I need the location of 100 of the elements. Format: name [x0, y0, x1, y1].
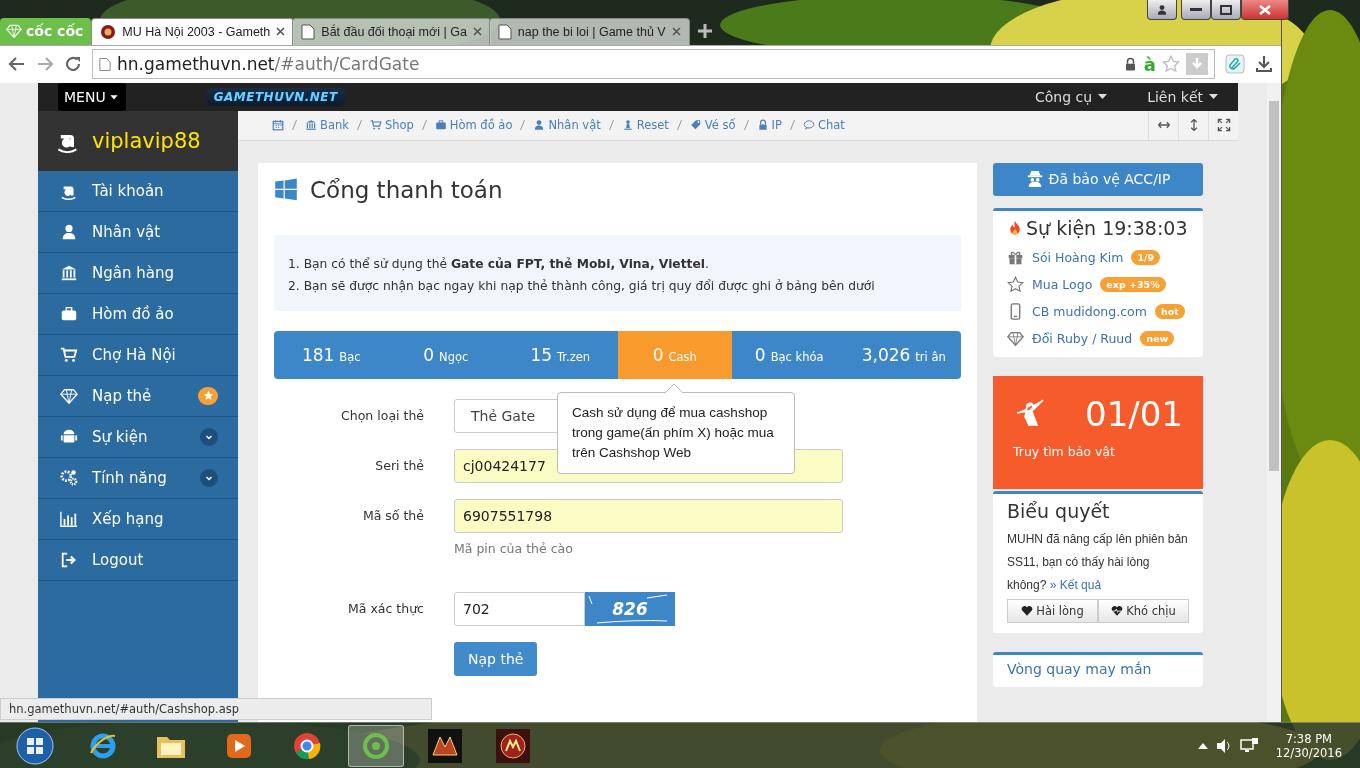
maximize-button[interactable] [1211, 0, 1241, 20]
minimize-button[interactable] [1181, 0, 1211, 20]
show-hidden-icon[interactable] [1197, 741, 1208, 750]
close-icon [1259, 4, 1271, 15]
sidebar-item[interactable]: Nạp thẻ [38, 375, 238, 417]
panel-title: Cổng thanh toán [310, 176, 503, 203]
breadcrumb-link[interactable]: Bank [305, 118, 349, 133]
network-icon[interactable] [1239, 737, 1258, 754]
field-label: Mã xác thực [347, 599, 424, 618]
breadcrumb-separator [292, 120, 297, 131]
page-icon [497, 23, 512, 40]
balance-item[interactable]: 3,026 tri ân [846, 330, 961, 379]
breadcrumb-link[interactable]: Reset [621, 118, 669, 133]
event-link[interactable]: CB mudidong.com [1032, 303, 1147, 319]
vote-button[interactable]: Hài lòng [1007, 598, 1098, 623]
new-tab-icon[interactable] [695, 21, 714, 40]
sidebar-item[interactable]: Sự kiện [38, 416, 238, 458]
person-icon [1156, 3, 1168, 16]
breadcrumb-separator [356, 120, 362, 131]
user-icon [533, 119, 546, 132]
clock[interactable]: 7:38 PM 12/30/2016 [1265, 731, 1352, 760]
extension-icon[interactable]: à [1143, 53, 1156, 75]
browser-tab[interactable]: nap the bi loi | Game thủ V [488, 17, 690, 45]
reload-icon[interactable] [64, 55, 82, 74]
results-link[interactable]: » Kết quả [1049, 577, 1102, 592]
bookmark-star-icon [1162, 55, 1180, 74]
card-title: Biểu quyết [1007, 499, 1111, 522]
download-icon[interactable] [1255, 55, 1273, 74]
close-tab-icon[interactable] [276, 27, 286, 37]
balance-item[interactable]: 0 Ngọc [388, 330, 503, 379]
profile-button[interactable] [1147, 0, 1177, 20]
maximize-icon [1220, 4, 1232, 15]
text-field[interactable]: 6907551798 [454, 498, 843, 533]
card-title[interactable]: Vòng quay may mắn [1007, 660, 1152, 677]
spy-icon [1025, 170, 1044, 189]
breadcrumb-link[interactable]: Nhân vật [533, 118, 601, 133]
sidebar-item[interactable]: Tài khoản [38, 170, 238, 212]
event-tag: new [1140, 330, 1175, 346]
event-tag: 1/9 [1131, 249, 1161, 265]
sidebar-item[interactable]: Xếp hạng [38, 498, 238, 540]
close-button[interactable] [1241, 0, 1289, 20]
heart-icon [1021, 604, 1034, 617]
breadcrumb-link[interactable]: Vé số [689, 118, 736, 133]
sidebar-item[interactable]: Hòm đồ ảo [38, 293, 238, 335]
username: viplavip88 [92, 128, 201, 153]
paperclip-icon[interactable] [1225, 54, 1245, 75]
site-logo[interactable]: GAMETHUVN.NET [205, 87, 346, 106]
info-text: 2. Bạn sẽ được nhận bạc ngay khi nạp thẻ thành công, giá trị quy đổi được ghi ở bảng bên dưới [288, 278, 876, 293]
sidebar-item[interactable]: Logout [38, 539, 238, 581]
treasure-card[interactable]: 01/01 Truy tìm bảo vật [993, 375, 1203, 489]
browser-tab[interactable]: MU Hà Nội 2003 - Gameth [91, 17, 295, 45]
captcha-image: 826 [585, 591, 675, 626]
breadcrumb-separator [743, 120, 749, 131]
star-badge-icon [198, 386, 218, 405]
sidebar-item[interactable]: Tính năng [38, 457, 238, 499]
vote-button[interactable]: Khó chịu [1098, 598, 1189, 623]
balance-item[interactable]: 0 Bạc khóa [732, 330, 847, 379]
balance-item[interactable]: 181 Bạc [274, 330, 389, 379]
submit-button[interactable]: Nạp thẻ [454, 641, 538, 676]
browser-tab[interactable]: Bắt đầu đối thoại mới | Ga [292, 17, 491, 45]
breadcrumb-link[interactable]: Chat [802, 118, 845, 133]
protect-button[interactable]: Đã bảo vệ ACC/IP [993, 162, 1203, 196]
event-link[interactable]: Sói Hoàng Kim [1032, 249, 1124, 265]
chevron-down-icon[interactable] [200, 468, 218, 487]
balance-item[interactable]: 15 Tr.zen [503, 330, 618, 379]
leaf-browser-icon[interactable] [348, 724, 404, 767]
close-tab-icon[interactable] [671, 27, 681, 37]
breadcrumb-separator [676, 120, 682, 131]
address-bar[interactable]: hn.gamethuvn.net/#auth/CardGate à [92, 49, 1215, 80]
breadcrumb-separator [520, 120, 526, 131]
breadcrumb-separator [421, 120, 427, 131]
leaf-icon [6, 23, 22, 40]
chevron-down-icon[interactable] [200, 427, 218, 446]
field-label: Mã số thẻ [361, 506, 424, 525]
breadcrumb-separator [789, 120, 795, 131]
captcha-field[interactable]: 702 [454, 591, 585, 626]
sidebar-item[interactable]: Chợ Hà Nội [38, 334, 238, 376]
nav-dropdown[interactable]: Liên kết [1147, 88, 1218, 105]
tooltip: Cash sử dụng để mua cashshop trong game(ấn phím X) hoặc mua trên Cashshop Web [557, 383, 795, 474]
event-link[interactable]: Đổi Ruby / Ruud [1032, 330, 1133, 346]
event-link[interactable]: Mua Logo [1032, 276, 1093, 292]
sidebar-item[interactable]: Nhân vật [38, 211, 238, 253]
event-tag: hot [1154, 303, 1185, 319]
nav-dropdown[interactable]: Công cụ [1035, 88, 1108, 105]
caret-icon [1098, 93, 1108, 100]
breadcrumb-link[interactable]: Shop [369, 118, 414, 133]
event-tag: exp +35% [1100, 276, 1166, 292]
chat-icon [802, 119, 815, 132]
help-text: Mã pin của thẻ cào [454, 540, 574, 556]
tooltip-arrow [665, 383, 683, 393]
breadcrumb-link[interactable]: Hòm đồ ảo [434, 118, 513, 133]
breadcrumb-link[interactable]: IP [756, 118, 782, 133]
scrollbar[interactable] [1267, 82, 1281, 722]
page-icon [301, 23, 316, 40]
close-tab-icon[interactable] [472, 27, 482, 37]
sidebar-item[interactable]: Ngân hàng [38, 252, 238, 294]
menu-button[interactable]: MENU [58, 82, 126, 111]
cart-icon [369, 119, 382, 132]
star-icon [1007, 275, 1024, 293]
volume-icon[interactable] [1215, 737, 1232, 754]
